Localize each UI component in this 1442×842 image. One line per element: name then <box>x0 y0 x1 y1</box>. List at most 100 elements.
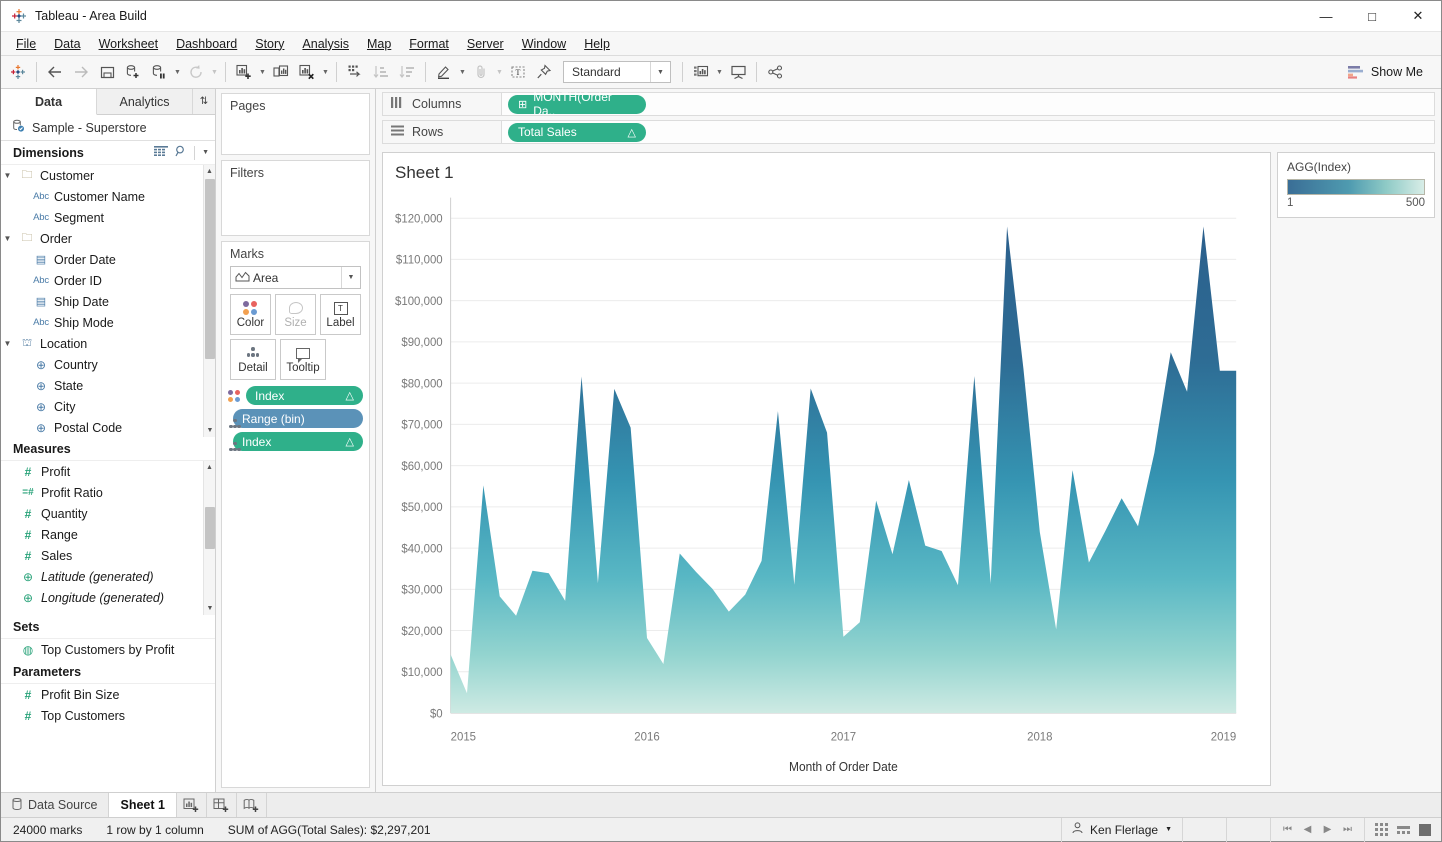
menu-data[interactable]: Data <box>45 35 89 53</box>
pill-month-order-date[interactable]: ⊞ MONTH(Order Da.. <box>508 90 646 118</box>
dimensions-scrollbar[interactable]: ▲ ▼ <box>203 165 215 437</box>
highlight-dropdown-caret-icon[interactable]: ▼ <box>457 59 468 85</box>
pause-dropdown-caret-icon[interactable]: ▼ <box>172 59 183 85</box>
detail-button[interactable]: Detail <box>230 339 276 380</box>
pause-data-updates-icon[interactable] <box>146 59 172 85</box>
mark-type-caret-icon[interactable]: ▼ <box>341 267 360 288</box>
parameters-list[interactable]: # Profit Bin Size # Top Customers <box>1 684 215 726</box>
duplicate-sheet-icon[interactable] <box>268 59 294 85</box>
new-worksheet-icon[interactable] <box>231 59 257 85</box>
search-icon[interactable] <box>175 145 187 160</box>
data-pane-collapse-icon[interactable]: ⇅ <box>193 89 215 114</box>
new-sheet-dropdown-caret-icon[interactable]: ▼ <box>257 59 268 85</box>
field-order-folder[interactable]: ▼ 🗀 Order <box>1 228 215 249</box>
back-arrow-icon[interactable] <box>42 59 68 85</box>
measures-scrollbar[interactable]: ▲ ▼ <box>203 461 215 615</box>
single-view-icon[interactable] <box>1419 823 1431 836</box>
worksheet-canvas[interactable]: Sheet 1 $0 $10,000 $20,000 $30,000 $40,0… <box>382 152 1271 786</box>
chevron-down-icon[interactable]: ▼ <box>1 171 14 180</box>
menu-window[interactable]: Window <box>513 35 575 53</box>
menu-story[interactable]: Story <box>246 35 293 53</box>
sort-ascending-icon[interactable] <box>368 59 394 85</box>
new-worksheet-icon[interactable] <box>177 793 207 817</box>
next-page-icon[interactable]: ▶ <box>1319 824 1336 835</box>
clear-sheet-icon[interactable] <box>294 59 320 85</box>
show-me-button[interactable]: Show Me <box>1341 62 1429 82</box>
paperclip-dropdown-caret-icon[interactable]: ▼ <box>494 59 505 85</box>
dimensions-list[interactable]: ▼ 🗀 Customer Abc Customer Name Abc Segment ▼… <box>1 165 215 437</box>
scroll-down-icon[interactable]: ▼ <box>204 424 215 437</box>
fix-axes-pin-icon[interactable] <box>531 59 557 85</box>
last-page-icon[interactable]: ⏭ <box>1339 824 1356 835</box>
status-user[interactable]: Ken Flerlage ▼ <box>1061 817 1183 842</box>
field-order-date[interactable]: ▤ Order Date <box>1 249 215 270</box>
swap-rows-columns-icon[interactable] <box>342 59 368 85</box>
field-profit-ratio[interactable]: =# Profit Ratio <box>1 482 215 503</box>
first-page-icon[interactable]: ⏮ <box>1279 824 1296 835</box>
field-longitude[interactable]: ⊕ Longitude (generated) <box>1 587 215 608</box>
color-legend[interactable]: AGG(Index) 1 500 <box>1277 152 1435 218</box>
minimize-button[interactable]: — <box>1303 1 1349 32</box>
scroll-up-icon[interactable]: ▲ <box>204 461 215 474</box>
field-top-customers-by-profit[interactable]: ◍ Top Customers by Profit <box>1 639 215 660</box>
color-button[interactable]: Color <box>230 294 271 335</box>
new-story-icon[interactable] <box>237 793 267 817</box>
field-sales[interactable]: # Sales <box>1 545 215 566</box>
grid-view-icon[interactable] <box>1375 823 1388 836</box>
share-icon[interactable] <box>762 59 788 85</box>
expand-plus-icon[interactable]: ⊞ <box>518 98 527 111</box>
field-profit-bin-size[interactable]: # Profit Bin Size <box>1 684 215 705</box>
measures-list[interactable]: # Profit =# Profit Ratio # Quantity # Range … <box>1 461 215 615</box>
mark-type-selector[interactable]: Area ▼ <box>230 266 361 289</box>
split-view-icon[interactable] <box>1397 825 1410 834</box>
field-ship-mode[interactable]: Abc Ship Mode <box>1 312 215 333</box>
scroll-down-icon[interactable]: ▼ <box>204 602 215 615</box>
pill-index-color[interactable]: Index △ <box>246 386 363 405</box>
menu-map[interactable]: Map <box>358 35 400 53</box>
field-quantity[interactable]: # Quantity <box>1 503 215 524</box>
user-caret-icon[interactable]: ▼ <box>1165 826 1172 833</box>
pill-total-sales[interactable]: Total Sales △ <box>508 122 646 142</box>
presentation-mode-icon[interactable] <box>725 59 751 85</box>
filters-card[interactable]: Filters <box>221 160 370 236</box>
highlight-icon[interactable] <box>431 59 457 85</box>
clear-dropdown-caret-icon[interactable]: ▼ <box>320 59 331 85</box>
field-postal-code[interactable]: ⊕ Postal Code <box>1 417 215 437</box>
refresh-dropdown-caret-icon[interactable]: ▼ <box>209 59 220 85</box>
new-data-source-icon[interactable] <box>120 59 146 85</box>
fit-dropdown-caret-icon[interactable]: ▼ <box>650 62 670 82</box>
field-ship-date[interactable]: ▤ Ship Date <box>1 291 215 312</box>
field-customer-name[interactable]: Abc Customer Name <box>1 186 215 207</box>
prev-page-icon[interactable]: ◀ <box>1299 824 1316 835</box>
new-dashboard-icon[interactable] <box>207 793 237 817</box>
field-profit[interactable]: # Profit <box>1 461 215 482</box>
tab-analytics[interactable]: Analytics <box>97 89 193 114</box>
tab-sheet-1[interactable]: Sheet 1 <box>109 793 177 817</box>
maximize-button[interactable]: □ <box>1349 1 1395 32</box>
close-button[interactable]: ✕ <box>1395 1 1441 32</box>
columns-drop-zone[interactable]: ⊞ MONTH(Order Da.. <box>502 90 1435 118</box>
pages-card[interactable]: Pages <box>221 93 370 155</box>
menu-server[interactable]: Server <box>458 35 513 53</box>
field-state[interactable]: ⊕ State <box>1 375 215 396</box>
pill-index-detail[interactable]: Index △ <box>233 432 363 451</box>
paperclip-icon[interactable] <box>468 59 494 85</box>
menu-analysis[interactable]: Analysis <box>293 35 358 53</box>
tab-data[interactable]: Data <box>1 89 97 115</box>
field-country[interactable]: ⊕ Country <box>1 354 215 375</box>
field-location-hierarchy[interactable]: ▼ ⛫ Location <box>1 333 215 354</box>
legend-gradient-bar[interactable] <box>1287 179 1425 195</box>
menu-worksheet[interactable]: Worksheet <box>90 35 168 53</box>
label-button[interactable]: T Label <box>320 294 361 335</box>
grid-view-icon[interactable] <box>154 145 169 160</box>
field-range[interactable]: # Range <box>1 524 215 545</box>
sort-descending-icon[interactable] <box>394 59 420 85</box>
dimensions-menu-caret-icon[interactable]: ▼ <box>202 149 209 156</box>
plot-box[interactable]: $0 $10,000 $20,000 $30,000 $40,000 $50,000 $60… <box>383 187 1270 785</box>
rows-drop-zone[interactable]: Total Sales △ <box>502 120 1435 144</box>
menu-help[interactable]: Help <box>575 35 619 53</box>
menu-dashboard[interactable]: Dashboard <box>167 35 246 53</box>
size-button[interactable]: Size <box>275 294 316 335</box>
menu-file[interactable]: File <box>7 35 45 53</box>
fit-selector[interactable]: Standard ▼ <box>563 61 671 83</box>
